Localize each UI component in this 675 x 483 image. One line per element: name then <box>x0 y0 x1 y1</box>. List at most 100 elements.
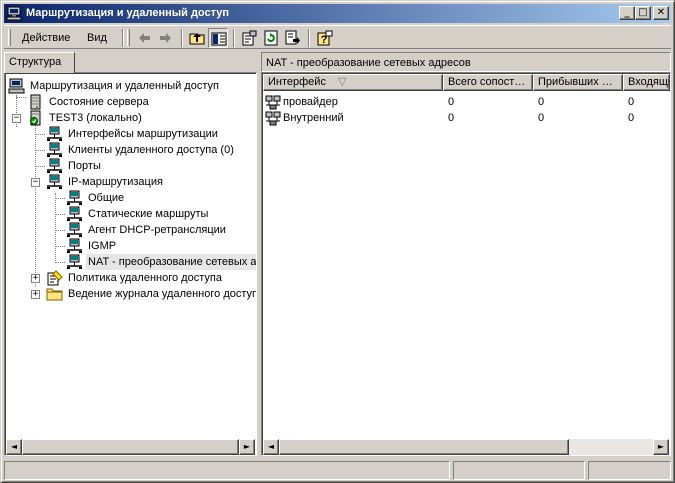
refresh-icon <box>264 30 278 46</box>
toolbar-separator <box>233 29 235 47</box>
tree-label: NAT - преобразование сетевых адресов <box>86 254 256 270</box>
column-label: Интерфейс <box>268 76 326 88</box>
details-list[interactable]: Интерфейс ▽ Всего сопост… Прибывших … Вх… <box>261 72 671 456</box>
properties-button[interactable] <box>239 28 259 48</box>
help-icon: ? <box>317 30 333 46</box>
network-adapter-icon <box>265 95 281 110</box>
menu-action[interactable]: Действие <box>19 30 73 46</box>
menu-view[interactable]: Вид <box>84 30 110 46</box>
routing-app-icon <box>6 6 22 21</box>
cell-arrived: 0 <box>538 96 545 108</box>
server-icon <box>30 110 41 126</box>
cell-incoming: 0 <box>628 96 635 108</box>
tree-pane: Структура Маршрутизация и удаленный дост… <box>4 52 257 456</box>
scroll-thumb[interactable] <box>22 439 239 455</box>
tree-line <box>35 134 45 135</box>
tree-horizontal-scrollbar[interactable]: ◄ ► <box>6 439 255 455</box>
minimize-button[interactable]: _ <box>619 6 635 20</box>
toolbar-separator <box>181 29 183 47</box>
scroll-right-button[interactable]: ► <box>239 439 255 455</box>
collapse-toggle-server[interactable]: − <box>12 114 21 123</box>
tree-line <box>35 150 45 151</box>
properties-icon <box>242 30 257 46</box>
tree-line <box>35 166 45 167</box>
toolbar-grip[interactable] <box>8 29 11 46</box>
column-header-incoming[interactable]: Входящи <box>623 74 670 91</box>
status-bar <box>4 461 671 480</box>
cell-incoming: 0 <box>628 112 635 124</box>
export-list-button[interactable] <box>283 28 303 48</box>
column-header-total[interactable]: Всего сопост… <box>443 74 533 91</box>
server-status-icon <box>30 94 41 110</box>
routing-root-icon <box>8 78 25 94</box>
network-interface-icon <box>67 254 82 269</box>
column-label: Прибывших … <box>538 76 613 88</box>
tab-structure[interactable]: Структура <box>4 52 75 73</box>
cell-interface: Внутренний <box>283 112 344 124</box>
tree-label: IP-маршрутизация <box>68 176 163 188</box>
column-label: Всего сопост… <box>448 76 526 88</box>
tree-label: Состояние сервера <box>49 96 149 108</box>
scroll-left-button[interactable]: ◄ <box>6 439 22 455</box>
expand-toggle-remote-policy[interactable]: + <box>31 274 40 283</box>
scroll-thumb[interactable] <box>279 439 569 455</box>
forward-button[interactable] <box>156 28 176 48</box>
tree-label: Политика удаленного доступа <box>68 272 222 284</box>
back-arrow-icon <box>139 33 150 43</box>
scroll-right-button[interactable]: ► <box>653 439 669 455</box>
status-pane-tertiary <box>588 461 671 480</box>
main-window: Маршрутизация и удаленный доступ _ □ ✕ Д… <box>0 0 675 483</box>
tree-label: TEST3 (локально) <box>49 112 142 124</box>
details-horizontal-scrollbar[interactable]: ◄ ► <box>263 439 669 455</box>
console-tree[interactable]: Маршрутизация и удаленный доступ Состоян… <box>4 72 257 456</box>
scroll-left-button[interactable]: ◄ <box>263 439 279 455</box>
export-list-icon <box>285 30 300 45</box>
show-hide-tree-button[interactable] <box>208 28 228 48</box>
folder-icon <box>46 288 63 301</box>
refresh-button[interactable] <box>261 28 281 48</box>
column-label: Входящи <box>628 76 670 88</box>
up-one-level-button[interactable] <box>187 28 207 48</box>
tree-label: Общие <box>88 192 125 204</box>
back-button[interactable] <box>134 28 154 48</box>
toolbar-grip[interactable] <box>127 29 130 46</box>
tree-line <box>55 262 65 263</box>
help-button[interactable]: ? <box>315 28 335 48</box>
toolbar-separator <box>308 29 310 47</box>
status-pane-secondary <box>453 461 585 480</box>
network-adapter-icon <box>265 111 281 126</box>
column-header-arrived[interactable]: Прибывших … <box>533 74 623 91</box>
tree-label: Статические маршруты <box>88 208 209 220</box>
tree-line <box>16 97 26 98</box>
remote-clients-icon <box>47 142 62 157</box>
table-row[interactable]: провайдер 0 0 0 <box>263 94 669 110</box>
policy-icon <box>47 270 63 286</box>
title-bar[interactable]: Маршрутизация и удаленный доступ _ □ ✕ <box>4 4 671 23</box>
maximize-button[interactable]: □ <box>635 6 651 20</box>
show-hide-tree-icon <box>211 32 227 46</box>
tree-line <box>55 193 56 263</box>
tree-line <box>35 121 36 287</box>
tree-label: Маршрутизация и удаленный доступ <box>30 80 219 92</box>
tree-label: Клиенты удаленного доступа (0) <box>68 144 234 156</box>
ip-routing-icon <box>47 174 62 189</box>
toolbar: Действие Вид ? <box>4 25 671 49</box>
close-button[interactable]: ✕ <box>653 6 669 20</box>
column-header-interface[interactable]: Интерфейс ▽ <box>263 74 443 91</box>
network-interface-icon <box>67 190 82 205</box>
tree-label: IGMP <box>88 240 117 252</box>
window-title: Маршрутизация и удаленный доступ <box>26 7 230 19</box>
expand-toggle-remote-logging[interactable]: + <box>31 290 40 299</box>
tree-label: Ведение журнала удаленного доступа <box>68 288 257 300</box>
network-interface-icon <box>67 238 82 253</box>
toolbar-separator <box>122 29 124 47</box>
collapse-toggle-ip-routing[interactable]: − <box>31 178 40 187</box>
status-pane-main <box>4 461 450 480</box>
details-header: NAT - преобразование сетевых адресов <box>261 52 671 72</box>
network-interface-icon <box>67 222 82 237</box>
forward-arrow-icon <box>160 33 171 43</box>
table-row[interactable]: Внутренний 0 0 0 <box>263 110 669 126</box>
cell-total: 0 <box>448 96 455 108</box>
cell-arrived: 0 <box>538 112 545 124</box>
tree-line <box>55 230 65 231</box>
